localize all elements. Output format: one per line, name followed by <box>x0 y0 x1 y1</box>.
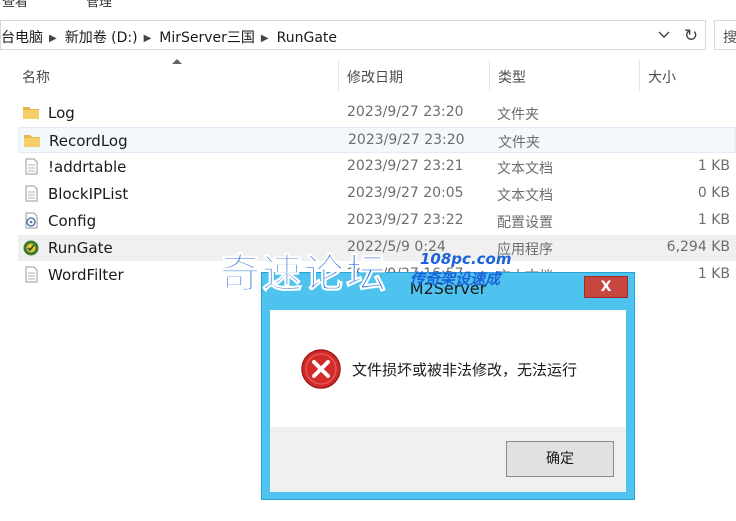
file-size: 1 KB <box>697 158 730 174</box>
watermark-tagline: 传奇架设速成 <box>410 270 501 288</box>
watermark-url: 108pc.com <box>420 250 512 268</box>
address-bar[interactable]: 台电脑 ▶ 新加卷 (D:) ▶ MirServer三国 ▶ RunGate ↻ <box>0 20 706 50</box>
breadcrumb-drive-d[interactable]: 新加卷 (D:) <box>65 27 138 47</box>
file-date: 2023/9/27 23:20 <box>347 104 464 120</box>
file-row-recordlog[interactable]: RecordLog 2023/9/27 23:20 文件夹 <box>18 127 736 153</box>
file-type: 配置设置 <box>497 215 553 231</box>
file-name: RecordLog <box>49 132 128 150</box>
file-name: Log <box>48 104 75 122</box>
text-file-icon <box>25 185 38 202</box>
tab-view[interactable]: 查看 <box>2 0 28 10</box>
file-size: 1 KB <box>697 266 730 282</box>
file-row-log[interactable]: Log 2023/9/27 23:20 文件夹 <box>18 100 736 126</box>
tab-manage[interactable]: 管理 <box>86 0 112 10</box>
file-type: 文件夹 <box>497 107 539 123</box>
file-name: RunGate <box>48 239 113 257</box>
file-row-config[interactable]: Config 2023/9/27 23:22 配置设置 1 KB <box>18 208 736 234</box>
file-type: 文本文档 <box>497 161 553 177</box>
folder-icon <box>23 107 39 119</box>
watermark-site-name: 奇速论坛 <box>220 251 388 298</box>
file-size: 1 KB <box>697 212 730 228</box>
ok-button[interactable]: 确定 <box>506 441 614 477</box>
file-date: 2023/9/27 23:20 <box>348 132 465 148</box>
file-date: 2023/9/27 20:05 <box>347 185 464 201</box>
file-name: WordFilter <box>48 266 124 284</box>
breadcrumb-this-pc[interactable]: 台电脑 <box>1 27 43 47</box>
ribbon-tabs: 查看 管理 <box>0 0 736 10</box>
column-header-row: 名称 修改日期 类型 大小 <box>0 60 736 91</box>
watermark-logo: 奇速论坛 108pc.com 传奇架设速成 <box>220 241 520 298</box>
file-type: 文件夹 <box>498 135 540 151</box>
chevron-right-icon[interactable]: ▶ <box>49 33 57 44</box>
search-input[interactable]: 搜 <box>714 20 736 50</box>
close-button[interactable]: X <box>584 276 628 298</box>
chevron-right-icon[interactable]: ▶ <box>144 33 152 44</box>
column-header-type[interactable]: 类型 <box>490 60 639 91</box>
file-size: 0 KB <box>697 185 730 201</box>
error-icon <box>301 349 341 389</box>
breadcrumb: 台电脑 ▶ 新加卷 (D:) ▶ MirServer三国 ▶ RunGate <box>1 27 337 47</box>
error-dialog: M2Server X 文件损坏或被非法修改，无法运行 确定 <box>261 272 635 500</box>
file-size: 6,294 KB <box>666 239 730 255</box>
dialog-body: 文件损坏或被非法修改，无法运行 确定 <box>270 310 626 492</box>
column-header-size[interactable]: 大小 <box>640 60 736 91</box>
config-file-icon <box>25 212 38 229</box>
column-header-name[interactable]: 名称 <box>14 60 338 91</box>
chevron-down-icon[interactable] <box>657 28 671 42</box>
file-name: !addrtable <box>48 158 127 176</box>
text-file-icon <box>25 158 38 175</box>
file-date: 2023/9/27 23:21 <box>347 158 464 174</box>
file-row-addrtable[interactable]: !addrtable 2023/9/27 23:21 文本文档 1 KB <box>18 154 736 180</box>
breadcrumb-mirserver[interactable]: MirServer三国 <box>159 27 255 47</box>
file-row-blockiplist[interactable]: BlockIPList 2023/9/27 20:05 文本文档 0 KB <box>18 181 736 207</box>
file-date: 2023/9/27 23:22 <box>347 212 464 228</box>
file-name: Config <box>48 212 97 230</box>
file-type: 文本文档 <box>497 188 553 204</box>
search-placeholder: 搜 <box>723 30 736 46</box>
column-header-date[interactable]: 修改日期 <box>339 60 489 91</box>
refresh-icon[interactable]: ↻ <box>681 26 701 46</box>
chevron-right-icon[interactable]: ▶ <box>261 33 269 44</box>
folder-icon <box>24 135 40 147</box>
breadcrumb-rungate[interactable]: RunGate <box>277 30 337 46</box>
dialog-message: 文件损坏或被非法修改，无法运行 <box>352 361 578 379</box>
text-file-icon <box>25 266 38 283</box>
file-name: BlockIPList <box>48 185 129 203</box>
application-icon <box>23 240 39 256</box>
